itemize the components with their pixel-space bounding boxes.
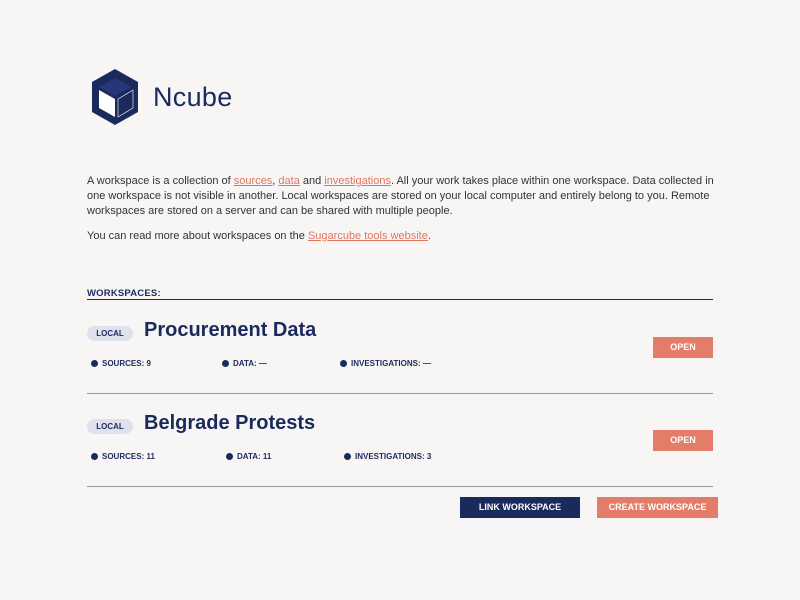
stat-label: DATA: 11	[237, 452, 272, 461]
intro-text-segment: A workspace is a collection of	[87, 175, 234, 187]
investigations-link[interactable]: investigations	[324, 175, 391, 187]
workspaces-divider	[87, 299, 713, 300]
link-workspace-button[interactable]: LINK WORKSPACE	[460, 497, 580, 518]
open-workspace-button[interactable]: OPEN	[653, 337, 713, 358]
stat-bullet-icon	[91, 360, 98, 367]
stat-bullet-icon	[344, 453, 351, 460]
workspaces-heading: WORKSPACES:	[87, 288, 161, 299]
workspace-type-badge: LOCAL	[87, 326, 133, 341]
stat-bullet-icon	[340, 360, 347, 367]
workspace-investigations-stat: INVESTIGATIONS: 3	[344, 452, 431, 461]
workspace-type-badge: LOCAL	[87, 419, 133, 434]
workspace-divider	[87, 393, 713, 394]
workspace-card: LOCAL Procurement Data SOURCES: 9 DATA: …	[87, 319, 713, 381]
workspace-title: Procurement Data	[144, 319, 317, 341]
sugarcube-link[interactable]: Sugarcube tools website	[308, 230, 428, 242]
data-link[interactable]: data	[278, 175, 299, 187]
intro-paragraph: A workspace is a collection of sources, …	[87, 174, 717, 219]
app-logo: Ncube	[90, 68, 233, 126]
stat-bullet-icon	[91, 453, 98, 460]
stat-label: DATA: —	[233, 359, 267, 368]
workspace-data-stat: DATA: 11	[226, 452, 271, 461]
workspace-title: Belgrade Protests	[144, 412, 316, 434]
workspace-card: LOCAL Belgrade Protests SOURCES: 11 DATA…	[87, 412, 713, 474]
stat-label: INVESTIGATIONS: —	[351, 359, 431, 368]
cube-logo-icon	[92, 69, 138, 125]
intro-text: A workspace is a collection of sources, …	[87, 174, 717, 254]
stat-bullet-icon	[226, 453, 233, 460]
intro-text-segment: .	[427, 230, 431, 242]
stat-label: INVESTIGATIONS: 3	[355, 452, 432, 461]
intro-separator: and	[299, 175, 325, 187]
stat-label: SOURCES: 9	[102, 359, 151, 368]
workspace-investigations-stat: INVESTIGATIONS: —	[340, 359, 431, 368]
create-workspace-button[interactable]: CREATE WORKSPACE	[597, 497, 718, 518]
read-more-paragraph: You can read more about workspaces on th…	[87, 229, 717, 244]
stat-label: SOURCES: 11	[102, 452, 155, 461]
open-workspace-button[interactable]: OPEN	[653, 430, 713, 451]
intro-text-segment: You can read more about workspaces on th…	[87, 230, 308, 242]
workspace-divider	[87, 486, 713, 487]
workspace-sources-stat: SOURCES: 11	[91, 452, 155, 461]
workspace-data-stat: DATA: —	[222, 359, 267, 368]
workspace-sources-stat: SOURCES: 9	[91, 359, 151, 368]
app-title: Ncube	[153, 81, 233, 112]
stat-bullet-icon	[222, 360, 229, 367]
sources-link[interactable]: sources	[234, 175, 273, 187]
